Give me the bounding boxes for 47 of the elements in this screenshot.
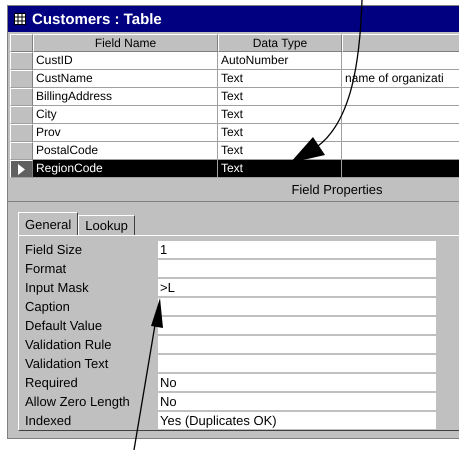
tab[interactable]: Lookup xyxy=(78,215,135,235)
property-field[interactable] xyxy=(158,298,436,315)
current-row-icon xyxy=(18,164,25,174)
row-selector[interactable] xyxy=(10,88,33,106)
property-field[interactable] xyxy=(158,260,436,277)
data-type-cell[interactable]: Text xyxy=(218,70,342,88)
property-field[interactable]: 1 xyxy=(158,241,436,258)
property-label: Default Value xyxy=(25,318,104,333)
row-selector[interactable] xyxy=(10,52,33,70)
property-field[interactable] xyxy=(158,317,436,334)
column-header: Data Type xyxy=(218,34,342,52)
field-name-cell[interactable]: Prov xyxy=(33,124,218,142)
row-selector[interactable] xyxy=(10,142,33,160)
property-label: Validation Text xyxy=(25,356,110,371)
property-label: Allow Zero Length xyxy=(25,394,131,409)
row-selector[interactable] xyxy=(10,70,33,88)
property-label: Validation Rule xyxy=(25,337,112,352)
tab[interactable]: General xyxy=(18,212,78,235)
description-cell[interactable] xyxy=(342,160,459,178)
field-name-cell[interactable]: BillingAddress xyxy=(33,88,218,106)
property-field[interactable] xyxy=(158,336,436,353)
row-selector[interactable] xyxy=(10,106,33,124)
table-icon xyxy=(14,13,26,25)
property-field[interactable]: No xyxy=(158,393,436,410)
data-type-cell[interactable]: AutoNumber xyxy=(218,52,342,70)
field-name-cell[interactable]: City xyxy=(33,106,218,124)
property-field[interactable]: >L xyxy=(158,279,436,296)
property-label: Format xyxy=(25,261,68,276)
row-selector[interactable] xyxy=(10,124,33,142)
property-field[interactable] xyxy=(158,355,436,372)
column-header: Field Name xyxy=(33,34,218,52)
property-label: Field Size xyxy=(25,242,84,257)
field-name-cell[interactable]: RegionCode xyxy=(33,160,218,178)
section-title: Field Properties xyxy=(291,182,383,197)
field-name-cell[interactable]: CustID xyxy=(33,52,218,70)
window-title: Customers : Table xyxy=(32,10,162,28)
property-field[interactable]: No xyxy=(158,374,436,391)
row-selector-header xyxy=(10,34,33,52)
field-name-cell[interactable]: CustName xyxy=(33,70,218,88)
property-label: Caption xyxy=(25,299,71,314)
property-label: Required xyxy=(25,375,79,390)
row-selector[interactable] xyxy=(10,160,33,178)
property-field[interactable]: Yes (Duplicates OK) xyxy=(158,412,436,429)
property-label: Indexed xyxy=(25,413,72,428)
data-type-cell[interactable]: Text xyxy=(218,106,342,124)
data-type-cell[interactable]: Text xyxy=(218,88,342,106)
property-label: Input Mask xyxy=(25,280,90,295)
